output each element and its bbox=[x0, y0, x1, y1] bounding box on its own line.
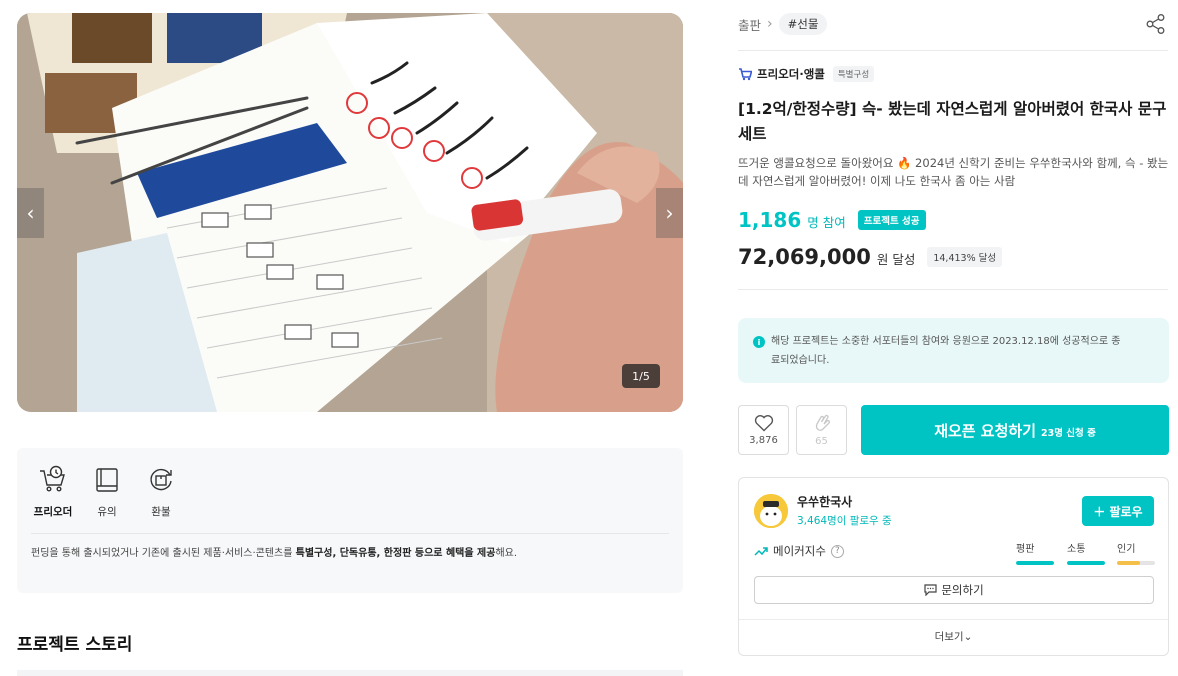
info-icon: i bbox=[753, 336, 765, 348]
special-pill: 특별구성 bbox=[832, 66, 875, 82]
achievement-badge: 14,413% 달성 bbox=[927, 247, 1003, 267]
maker-name[interactable]: 우쑤한국사 bbox=[797, 493, 852, 510]
gallery-next-button[interactable]: › bbox=[656, 188, 683, 238]
story-divider bbox=[17, 670, 683, 676]
maker-type-label: 프리오더·앵콜 bbox=[757, 67, 825, 81]
cart-clock-icon bbox=[37, 464, 69, 496]
trend-up-icon bbox=[754, 547, 768, 556]
divider bbox=[738, 50, 1168, 51]
amount-stat: 72,069,000 원 달성 14,413% 달성 bbox=[738, 245, 1003, 269]
divider bbox=[31, 533, 669, 534]
more-label: 더보기 bbox=[934, 631, 964, 643]
meter-communication: 소통 bbox=[1067, 540, 1105, 565]
meter-fill bbox=[1016, 561, 1054, 565]
inquire-label: 문의하기 bbox=[941, 583, 984, 597]
meter-track bbox=[1016, 561, 1054, 565]
reopen-count: 23명 신청 중 bbox=[1041, 427, 1096, 439]
chevron-left-icon: ‹ bbox=[26, 201, 35, 225]
cheer-button[interactable]: 65 bbox=[796, 405, 847, 455]
cheer-count: 65 bbox=[815, 436, 828, 447]
follow-button[interactable]: ＋ 팔로우 bbox=[1082, 496, 1154, 526]
breadcrumb-tag[interactable]: #선물 bbox=[778, 13, 828, 35]
meter-fill bbox=[1117, 561, 1140, 565]
avatar[interactable] bbox=[754, 494, 788, 528]
follow-label: 팔로우 bbox=[1109, 504, 1143, 519]
maker-index-label: 메이커지수 bbox=[773, 544, 826, 558]
story-title: 프로젝트 스토리 bbox=[17, 635, 133, 655]
clap-icon bbox=[815, 414, 830, 431]
participants-count: 1,186 bbox=[738, 208, 802, 232]
project-type-info: 프리오더 유의 환불 펀딩을 통해 출시되었거나 기존에 출시된 제품·서비스·… bbox=[17, 448, 683, 593]
chevron-down-icon: ⌄ bbox=[963, 631, 973, 643]
inquire-button[interactable]: 문의하기 bbox=[754, 576, 1154, 604]
maker-type-line: 프리오더·앵콜 특별구성 bbox=[738, 66, 875, 82]
like-button[interactable]: 3,876 bbox=[738, 405, 789, 455]
badge-label: 환불 bbox=[151, 506, 171, 518]
plus-icon: ＋ bbox=[1093, 504, 1106, 519]
chevron-right-icon: › bbox=[767, 16, 773, 32]
chat-icon bbox=[924, 584, 937, 596]
badge-caution[interactable]: 유의 bbox=[85, 464, 129, 519]
project-title: [1.2억/한정수량] 슥- 봤는데 자연스럽게 알아버렸어 한국사 문구 세트 bbox=[738, 100, 1167, 143]
participants-stat: 1,186 명 참여 프로젝트 성공 bbox=[738, 208, 926, 232]
maker-index: 메이커지수 ? bbox=[754, 543, 844, 559]
badge-refund[interactable]: 환불 bbox=[139, 464, 183, 519]
participants-unit: 명 참여 bbox=[807, 215, 846, 230]
heart-icon bbox=[754, 415, 773, 432]
meter-track bbox=[1117, 561, 1155, 565]
meter-popularity: 인기 bbox=[1117, 540, 1155, 565]
refund-box-icon bbox=[145, 464, 177, 496]
reopen-label: 재오픈 요청하기 bbox=[934, 421, 1037, 440]
project-description: 뜨거운 앵콜요청으로 돌아왔어요 🔥 2024년 신학기 준비는 우쑤한국사와 … bbox=[738, 156, 1169, 188]
ended-notice: i 해당 프로젝트는 소중한 서포터들의 참여와 응원으로 2023.12.18… bbox=[738, 318, 1169, 383]
meter-label: 소통 bbox=[1067, 544, 1086, 555]
meter-label: 평판 bbox=[1016, 544, 1035, 555]
meter-label: 인기 bbox=[1117, 544, 1136, 555]
badge-label: 유의 bbox=[97, 506, 117, 518]
image-gallery[interactable]: ‹ › 1/5 bbox=[17, 13, 683, 412]
gallery-counter: 1/5 bbox=[622, 364, 660, 388]
meter-fill bbox=[1067, 561, 1105, 565]
meter-track bbox=[1067, 561, 1105, 565]
gallery-prev-button[interactable]: ‹ bbox=[17, 188, 44, 238]
notice-text: 해당 프로젝트는 소중한 서포터들의 참여와 응원으로 2023.12.18에 … bbox=[771, 336, 1121, 366]
like-count: 3,876 bbox=[749, 435, 778, 446]
cart-icon bbox=[739, 68, 752, 81]
breadcrumb: 출판 › #선물 bbox=[738, 13, 828, 35]
divider bbox=[738, 289, 1168, 290]
amount-value: 72,069,000 bbox=[738, 245, 871, 269]
product-photo bbox=[17, 13, 683, 412]
preorder-description: 펀딩을 통해 출시되었거나 기존에 출시된 제품·서비스·콘텐츠를 특별구성, … bbox=[31, 548, 518, 559]
book-icon bbox=[91, 464, 123, 496]
reopen-request-button[interactable]: 재오픈 요청하기 23명 신청 중 bbox=[861, 405, 1169, 455]
maker-card: 우쑤한국사 3,464명이 팔로우 중 ＋ 팔로우 메이커지수 ? 평판 소통 … bbox=[738, 477, 1169, 656]
amount-unit: 원 달성 bbox=[876, 252, 916, 267]
more-button[interactable]: 더보기⌄ bbox=[739, 629, 1168, 644]
badge-label: 프리오더 bbox=[33, 506, 73, 518]
share-icon[interactable] bbox=[1145, 13, 1167, 35]
chevron-right-icon: › bbox=[665, 201, 674, 225]
breadcrumb-category[interactable]: 출판 bbox=[738, 15, 761, 34]
maker-followers: 3,464명이 팔로우 중 bbox=[797, 515, 892, 527]
divider bbox=[739, 619, 1168, 620]
meter-reputation: 평판 bbox=[1016, 540, 1054, 565]
status-badge: 프로젝트 성공 bbox=[857, 210, 926, 230]
help-icon[interactable]: ? bbox=[830, 544, 844, 558]
badge-preorder[interactable]: 프리오더 bbox=[31, 464, 75, 519]
